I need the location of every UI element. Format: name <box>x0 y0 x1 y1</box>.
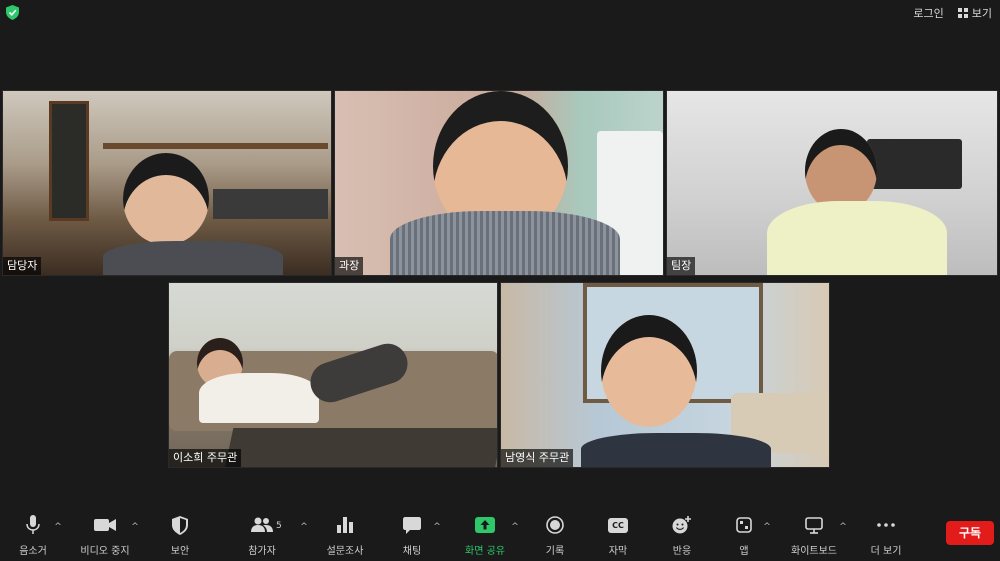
reactions-button[interactable]: 반응 <box>647 514 717 557</box>
subscribe-button[interactable]: 구독 <box>946 521 994 545</box>
video-tile-3[interactable]: 팀장 <box>666 90 998 276</box>
grid-icon <box>957 8 968 18</box>
video-tile-1[interactable]: 담당자 <box>2 90 332 276</box>
participants-options-caret[interactable]: ^ <box>299 522 309 532</box>
more-label: 더 보기 <box>870 546 902 557</box>
apps-button[interactable]: 앱 <box>709 514 779 557</box>
security-shield-icon[interactable] <box>6 5 19 20</box>
captions-label: 자막 <box>608 546 628 557</box>
bar-chart-icon <box>337 517 353 533</box>
stop-video-label: 비디오 중지 <box>80 546 130 557</box>
more-button[interactable]: 더 보기 <box>851 514 921 557</box>
coffee-machine <box>213 189 328 219</box>
apps-options-caret[interactable]: ^ <box>762 522 772 532</box>
shelf <box>103 143 328 149</box>
view-label: 보기 <box>971 7 992 20</box>
chat-button[interactable]: 채팅 <box>377 514 447 557</box>
captions-button[interactable]: CC 자막 <box>583 514 653 557</box>
polls-button[interactable]: 설문조사 <box>310 514 380 557</box>
login-link[interactable]: 로그인 <box>913 5 943 21</box>
participants-count: 5 <box>276 521 282 531</box>
participant-name: 팀장 <box>667 257 696 275</box>
person-body <box>767 201 947 275</box>
coffee-table <box>224 428 497 467</box>
video-tile-5[interactable]: 남영식 주무관 <box>500 282 830 468</box>
microphone-icon <box>26 515 40 534</box>
whiteboard-label: 화이트보드 <box>791 546 837 557</box>
record-button[interactable]: 기록 <box>520 514 590 557</box>
chat-bubble-icon <box>403 516 421 534</box>
mute-label: 음소거 <box>19 546 47 557</box>
apps-icon <box>736 517 752 533</box>
share-screen-button[interactable]: 화면 공유 <box>450 514 520 557</box>
video-tile-2[interactable]: 과장 <box>334 90 664 276</box>
more-dots-icon <box>877 523 895 527</box>
participant-name: 이소희 주무관 <box>169 449 242 467</box>
person-head <box>601 315 697 427</box>
polls-label: 설문조사 <box>326 546 364 557</box>
mute-button[interactable]: 음소거 <box>0 514 68 557</box>
apps-label: 앱 <box>739 546 749 557</box>
person-body <box>581 433 771 467</box>
whiteboard-icon <box>805 516 823 534</box>
record-label: 기록 <box>545 546 565 557</box>
person-body <box>199 373 319 423</box>
share-screen-icon <box>475 517 495 533</box>
security-button[interactable]: 보안 <box>145 514 215 557</box>
view-button[interactable]: 보기 <box>957 5 992 21</box>
person-body <box>390 211 620 275</box>
participant-name: 남영식 주무관 <box>501 449 574 467</box>
person-body <box>103 241 283 275</box>
chalkboard <box>49 101 89 221</box>
top-bar: 로그인 보기 <box>0 0 1000 26</box>
whiteboard-button[interactable]: 화이트보드 <box>779 514 849 557</box>
share-screen-label: 화면 공유 <box>465 546 505 557</box>
smiley-plus-icon <box>672 516 691 534</box>
share-options-caret[interactable]: ^ <box>510 522 520 532</box>
participants-icon <box>251 517 273 532</box>
whiteboard-options-caret[interactable]: ^ <box>838 522 848 532</box>
chat-label: 채팅 <box>402 546 422 557</box>
mute-options-caret[interactable]: ^ <box>53 522 63 532</box>
closed-captions-icon: CC <box>608 517 628 533</box>
shield-icon <box>172 515 188 535</box>
video-camera-icon <box>94 519 116 531</box>
record-icon <box>546 516 564 534</box>
participants-label: 참가자 <box>248 546 276 557</box>
stop-video-button[interactable]: 비디오 중지 <box>70 514 140 557</box>
participant-name: 과장 <box>335 257 364 275</box>
video-options-caret[interactable]: ^ <box>130 522 140 532</box>
participants-button[interactable]: 참가자 <box>227 514 297 557</box>
video-tile-4[interactable]: 이소희 주무관 <box>168 282 498 468</box>
person-head <box>123 153 209 245</box>
chat-options-caret[interactable]: ^ <box>432 522 442 532</box>
reactions-label: 반응 <box>672 546 692 557</box>
participant-name: 담당자 <box>3 257 42 275</box>
security-label: 보안 <box>170 546 190 557</box>
microwave <box>867 139 962 189</box>
meeting-toolbar: 음소거 ^ 비디오 중지 ^ 보안 참가자 5 ^ 설문조사 채팅 ^ 화면 공… <box>0 506 1000 561</box>
